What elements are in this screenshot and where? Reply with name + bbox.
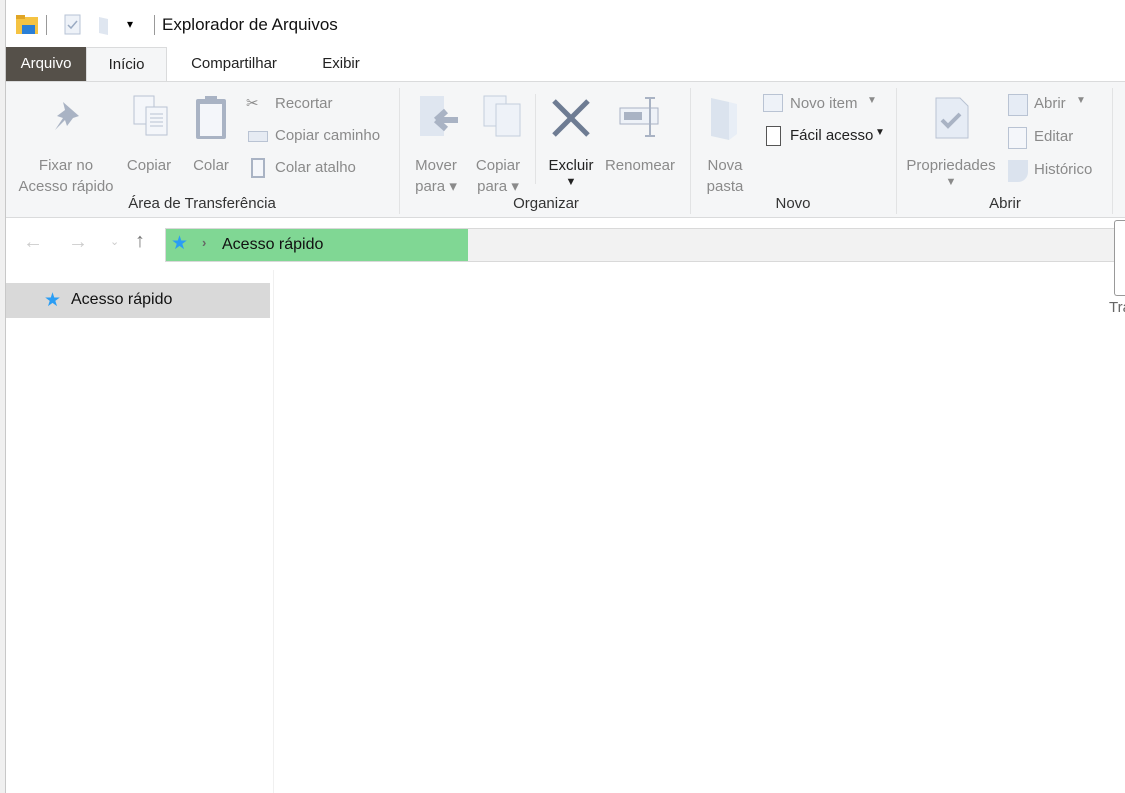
tab-inicio[interactable]: Início (86, 47, 167, 82)
divider (46, 15, 47, 35)
paste-shortcut-label: Colar atalho (275, 159, 356, 176)
star-icon: ★ (44, 290, 62, 311)
navigation-bar: ← → ⌄ ↑ ★ › Acesso rápido (6, 218, 1125, 262)
copy-icon (133, 95, 168, 136)
history-icon (1008, 160, 1028, 182)
back-arrow-icon[interactable]: ← (23, 231, 43, 254)
recent-locations-chevron-icon[interactable]: ⌄ (110, 235, 119, 248)
move-label: Mover (415, 157, 457, 174)
tab-exibir[interactable]: Exibir (306, 47, 376, 81)
edit-icon (1008, 127, 1027, 149)
new-item-icon (763, 94, 783, 112)
rename-label: Renomear (604, 157, 676, 174)
new-folder-quick-icon[interactable] (98, 16, 112, 36)
move-to-button[interactable]: Mover para ▾ (406, 92, 466, 195)
copy-to-label-2: para ▾ (477, 178, 519, 195)
clipboard-group-label: Área de Transferência (128, 195, 276, 212)
address-bar[interactable]: ★ › Acesso rápido (165, 228, 1115, 262)
pin-quick-access-button[interactable]: Fixar no Acesso rápido (11, 92, 121, 195)
ribbon: Fixar no Acesso rápido Copiar Colar ✂ Rec… (6, 81, 1125, 218)
history-button[interactable]: Histórico (1008, 160, 1108, 182)
move-label-2: para ▾ (415, 178, 457, 195)
easy-access-icon (766, 126, 781, 146)
new-folder-label: Nova (707, 157, 743, 174)
window-title: Explorador de Arquivos (162, 15, 338, 34)
properties-icon (935, 97, 969, 139)
folder-app-icon (16, 15, 38, 34)
chevron-down-icon: ▼ (867, 95, 877, 106)
divider (535, 94, 536, 184)
divider (154, 15, 155, 35)
cut-button[interactable]: ✂ Recortar (246, 94, 386, 116)
clipboard-icon (196, 96, 226, 139)
properties-quick-icon[interactable] (64, 14, 82, 36)
new-folder-button[interactable]: Nova pasta (700, 92, 750, 195)
star-icon: ★ (171, 233, 189, 254)
open-group-label: Abrir (989, 195, 1021, 212)
ribbon-tabs: Arquivo Início Compartilhar Exibir (6, 47, 1125, 82)
paste-shortcut-button[interactable]: Colar atalho (246, 158, 386, 180)
copy-to-icon (483, 95, 521, 137)
paste-label: Colar (193, 157, 229, 174)
new-item-label: Novo item (790, 95, 858, 112)
new-item-button[interactable]: Novo item ▼ (761, 94, 886, 116)
rename-icon (619, 97, 659, 137)
copy-to-label: Copiar (475, 157, 521, 174)
divider (399, 88, 400, 214)
pin-label-2: Acesso rápido (18, 178, 114, 195)
customize-quick-access-chevron-icon[interactable]: ▾ (127, 17, 133, 31)
tab-arquivo[interactable]: Arquivo (6, 47, 86, 81)
open-button[interactable]: Abrir ▼ (1008, 94, 1098, 116)
paste-button[interactable]: Colar (186, 92, 236, 174)
tooltip-partial (1114, 220, 1125, 296)
history-label: Histórico (1034, 161, 1093, 178)
copy-to-button[interactable]: Copiar para ▾ (468, 92, 528, 195)
forward-arrow-icon[interactable]: → (68, 231, 88, 254)
properties-button[interactable]: Propriedades ▼ (902, 92, 1000, 192)
partial-text: Tra (1109, 299, 1125, 316)
new-folder-label-2: pasta (706, 178, 744, 195)
pane-divider[interactable] (273, 270, 274, 793)
nav-item-acesso-rapido[interactable]: ★ Acesso rápido (6, 283, 270, 318)
delete-x-icon (552, 99, 590, 137)
organize-group-label: Organizar (513, 195, 579, 212)
easy-access-button[interactable]: Fácil acesso ▼ (761, 126, 891, 148)
chevron-down-icon: ▼ (1076, 95, 1086, 106)
breadcrumb-acesso-rapido[interactable]: Acesso rápido (222, 236, 323, 254)
breadcrumb-chevron-icon[interactable]: › (202, 235, 206, 250)
tab-compartilhar[interactable]: Compartilhar (174, 47, 294, 81)
new-folder-icon (711, 98, 737, 140)
pin-icon (55, 102, 79, 130)
divider (1112, 88, 1113, 214)
new-group-label: Novo (775, 195, 811, 212)
path-icon (248, 131, 268, 142)
nav-item-label: Acesso rápido (71, 291, 173, 308)
properties-dropdown-icon[interactable]: ▼ (902, 172, 1000, 193)
delete-dropdown-icon[interactable]: ▼ (543, 172, 599, 193)
scissors-icon: ✂ (246, 95, 259, 112)
edit-label: Editar (1034, 128, 1074, 145)
copy-path-button[interactable]: Copiar caminho (246, 126, 396, 148)
rename-button[interactable]: Renomear (602, 92, 678, 174)
move-to-icon (420, 96, 458, 136)
paste-shortcut-icon (251, 158, 265, 178)
pin-label: Fixar no (38, 157, 94, 174)
delete-button[interactable]: Excluir ▼ (543, 92, 599, 192)
up-arrow-icon[interactable]: ↑ (135, 230, 145, 253)
file-explorer-window: ▾ Explorador de Arquivos Arquivo Início … (5, 0, 1125, 793)
copy-path-label: Copiar caminho (275, 127, 381, 144)
open-label: Abrir (1034, 95, 1066, 112)
edit-button[interactable]: Editar (1008, 127, 1098, 149)
copy-button[interactable]: Copiar (124, 92, 174, 174)
chevron-down-icon: ▼ (875, 127, 885, 138)
cut-label: Recortar (275, 95, 333, 112)
copy-label: Copiar (126, 157, 172, 174)
open-icon (1008, 94, 1028, 116)
easy-access-label: Fácil acesso (790, 127, 874, 144)
